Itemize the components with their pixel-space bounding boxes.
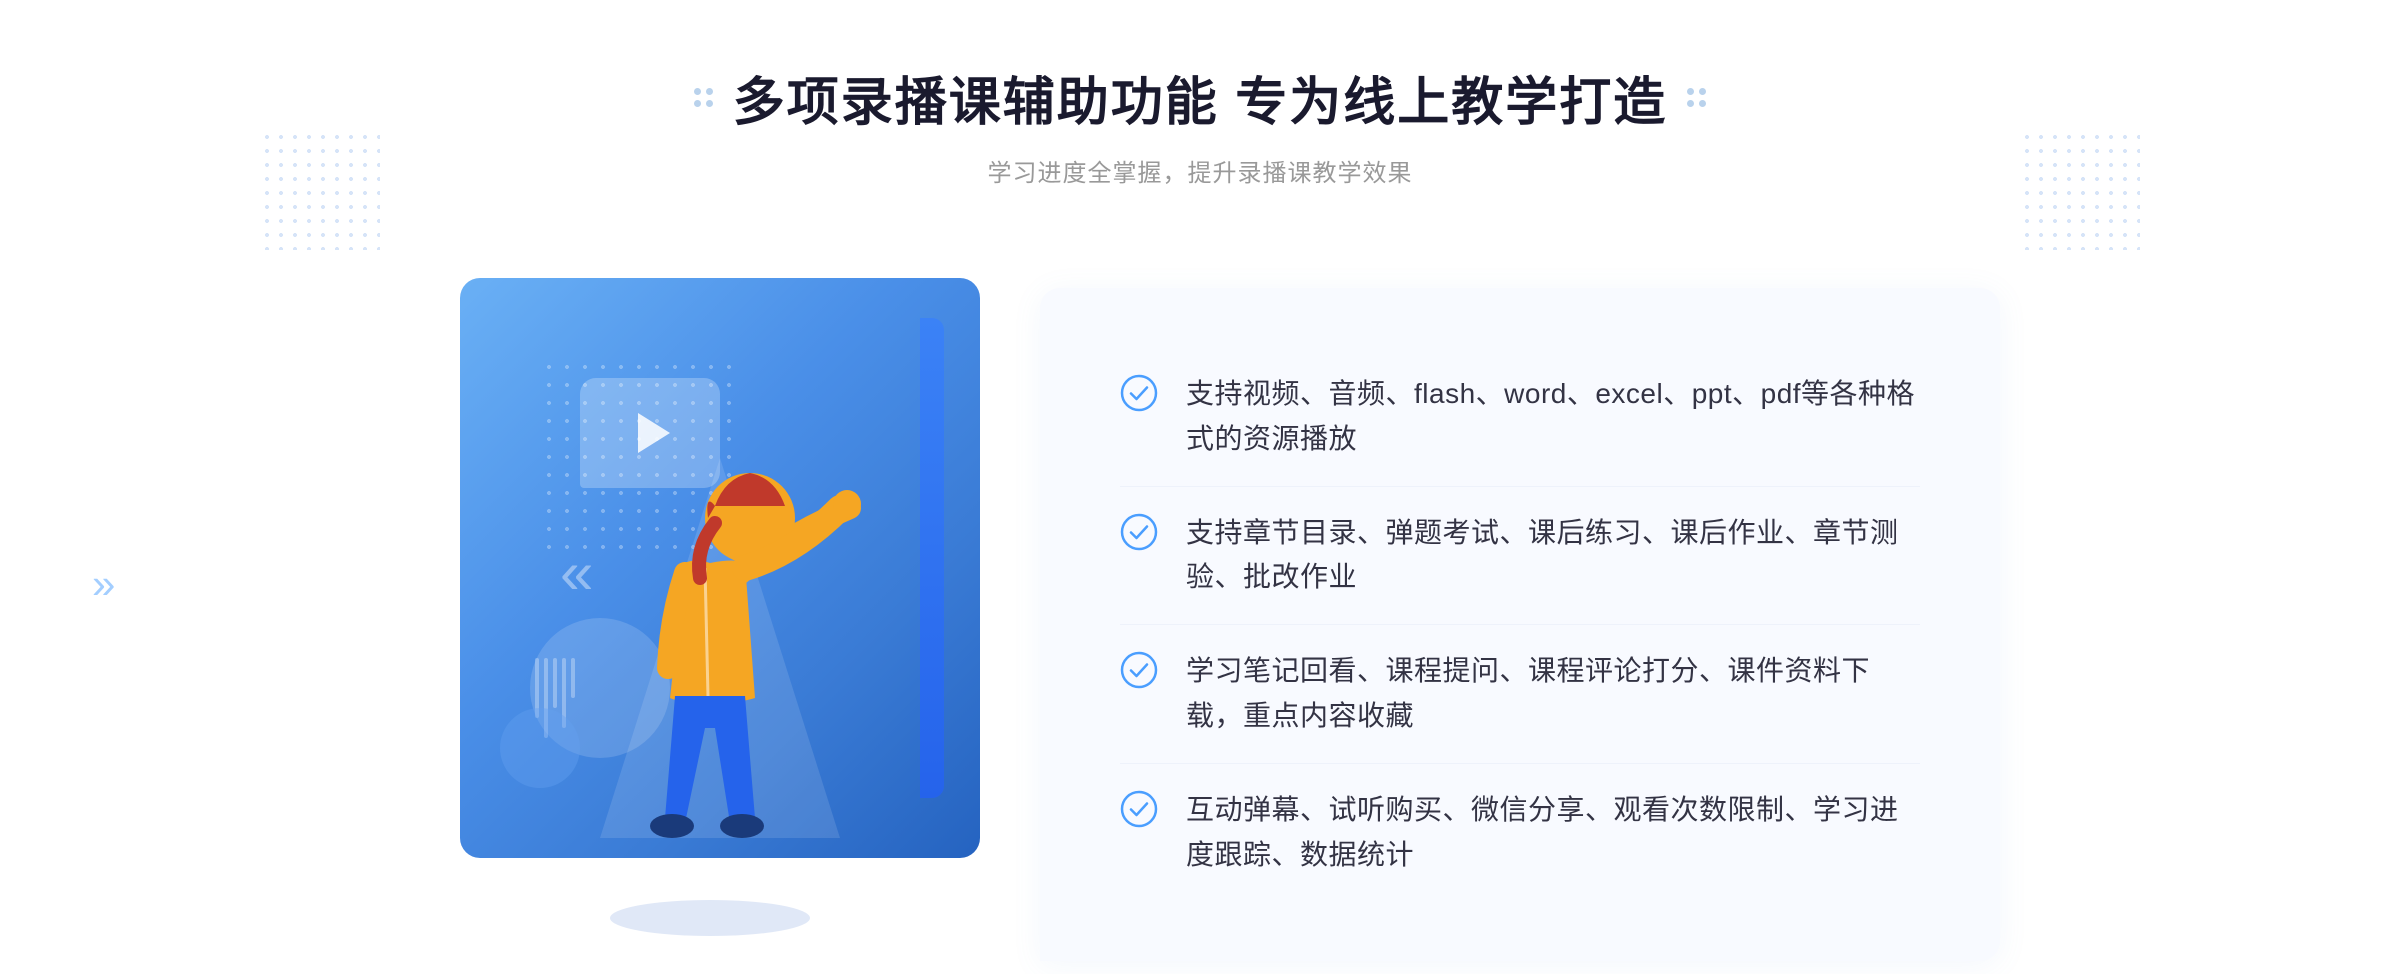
title-dot <box>1699 100 1706 107</box>
subtitle-text: 学习进度全掌握，提升录播课教学效果 <box>694 153 1706 188</box>
title-decorator-right <box>1687 88 1706 107</box>
human-figure <box>540 378 880 938</box>
check-icon-4 <box>1120 790 1158 828</box>
feature-item-3: 学习笔记回看、课程提问、课程评论打分、课件资料下载，重点内容收藏 <box>1120 625 1920 764</box>
check-icon-3 <box>1120 651 1158 689</box>
feature-item-4: 互动弹幕、试听购买、微信分享、观看次数限制、学习进度跟踪、数据统计 <box>1120 764 1920 902</box>
check-icon-1 <box>1120 374 1158 412</box>
title-dot <box>1687 88 1694 95</box>
title-dot <box>694 100 701 107</box>
header-section: 多项录播课辅助功能 专为线上教学打造 学习进度全掌握，提升录播课教学效果 <box>694 60 1706 188</box>
dots-decoration-right-top <box>2020 130 2140 250</box>
title-text: 多项录播课辅助功能 专为线上教学打造 <box>733 60 1667 135</box>
feature-text-4: 互动弹幕、试听购买、微信分享、观看次数限制、学习进度跟踪、数据统计 <box>1186 788 1920 878</box>
feature-text-3: 学习笔记回看、课程提问、课程评论打分、课件资料下载，重点内容收藏 <box>1186 649 1920 739</box>
check-icon-2 <box>1120 513 1158 551</box>
features-container: 支持视频、音频、flash、word、excel、ppt、pdf等各种格式的资源… <box>1040 288 2000 961</box>
title-dot <box>706 100 713 107</box>
chevron-decoration-left: » <box>92 560 107 608</box>
title-dot <box>1699 88 1706 95</box>
title-dot <box>706 88 713 95</box>
main-title: 多项录播课辅助功能 专为线上教学打造 <box>694 60 1706 135</box>
feature-item-2: 支持章节目录、弹题考试、课后练习、课后作业、章节测验、批改作业 <box>1120 487 1920 626</box>
content-area: « <box>400 248 2000 961</box>
feature-text-1: 支持视频、音频、flash、word、excel、ppt、pdf等各种格式的资源… <box>1186 372 1920 462</box>
illustration-container: « <box>400 238 1040 938</box>
dots-decoration-left-top <box>260 130 380 250</box>
feature-item-1: 支持视频、音频、flash、word、excel、ppt、pdf等各种格式的资源… <box>1120 348 1920 487</box>
page-container: » 多项录播课辅助功能 专为线上教学打造 <box>0 0 2400 974</box>
title-decorator-left <box>694 88 713 107</box>
title-dot <box>1687 100 1694 107</box>
blue-accent-bar <box>920 318 944 798</box>
title-dot <box>694 88 701 95</box>
feature-text-2: 支持章节目录、弹题考试、课后练习、课后作业、章节测验、批改作业 <box>1186 511 1920 601</box>
